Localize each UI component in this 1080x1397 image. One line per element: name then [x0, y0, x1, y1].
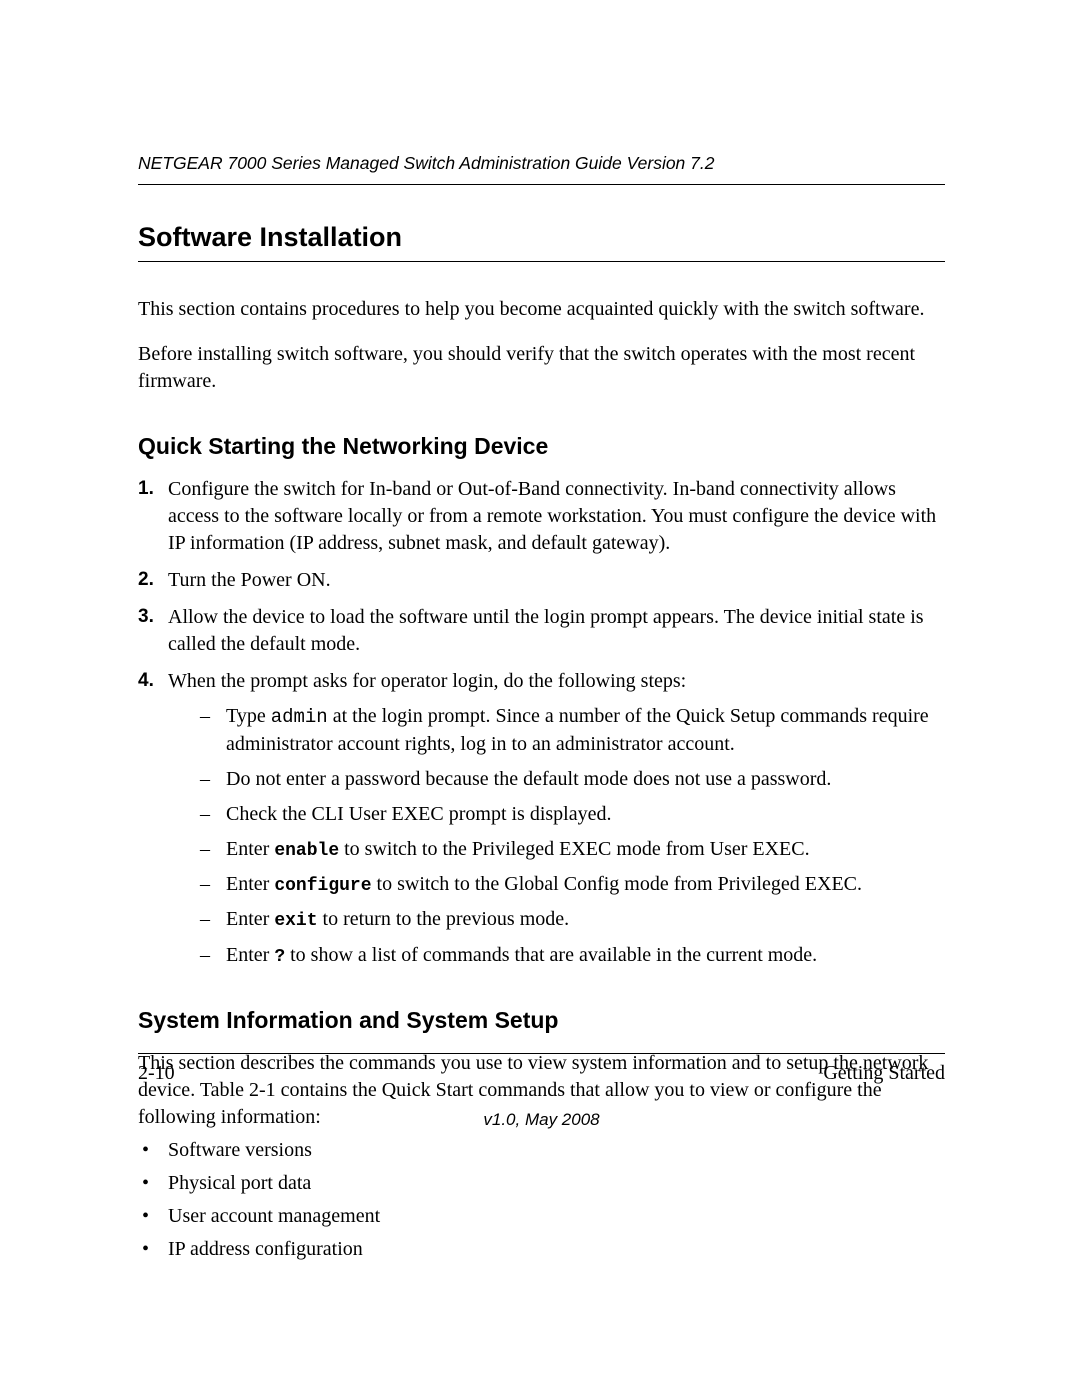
step-item: 3. Allow the device to load the software…	[138, 604, 945, 658]
subsection-quick-start: Quick Starting the Networking Device	[138, 431, 945, 462]
substep-item: Enter exit to return to the previous mod…	[200, 906, 945, 933]
step-text: Turn the Power ON.	[168, 569, 331, 591]
substep-item: Enter ? to show a list of commands that …	[200, 942, 945, 969]
section-heading: Software Installation	[138, 219, 945, 262]
substep-item: Enter configure to switch to the Global …	[200, 871, 945, 898]
step-item: 1. Configure the switch for In-band or O…	[138, 476, 945, 557]
subsection-system-info: System Information and System Setup	[138, 1005, 945, 1036]
inline-command: ?	[274, 947, 285, 967]
step-marker: 2.	[138, 567, 154, 593]
step-text: Allow the device to load the software un…	[168, 606, 924, 655]
inline-command: enable	[274, 841, 339, 861]
intro-paragraph-2: Before installing switch software, you s…	[138, 341, 945, 395]
substep-item: Enter enable to switch to the Privileged…	[200, 836, 945, 863]
substep-text: Check the CLI User EXEC prompt is displa…	[226, 803, 612, 825]
substep-text-post: to show a list of commands that are avai…	[285, 944, 817, 966]
step-text: Configure the switch for In-band or Out-…	[168, 478, 936, 554]
substep-item: Check the CLI User EXEC prompt is displa…	[200, 801, 945, 828]
bullet-list: Software versions Physical port data Use…	[138, 1137, 945, 1263]
numbered-steps: 1. Configure the switch for In-band or O…	[138, 476, 945, 969]
inline-command: exit	[274, 911, 317, 931]
footer-version: v1.0, May 2008	[138, 1109, 945, 1132]
step-item: 2. Turn the Power ON.	[138, 567, 945, 594]
bullet-text: Physical port data	[168, 1172, 311, 1194]
step-item: 4. When the prompt asks for operator log…	[138, 668, 945, 969]
running-header: NETGEAR 7000 Series Managed Switch Admin…	[138, 152, 945, 185]
bullet-text: User account management	[168, 1205, 380, 1227]
list-item: Software versions	[168, 1137, 945, 1164]
substep-text-pre: Enter	[226, 873, 274, 895]
substep-item: Do not enter a password because the defa…	[200, 766, 945, 793]
list-item: Physical port data	[168, 1170, 945, 1197]
list-item: IP address configuration	[168, 1236, 945, 1263]
substep-list: Type admin at the login prompt. Since a …	[168, 703, 945, 969]
substep-text-post: at the login prompt. Since a number of t…	[226, 705, 929, 755]
step-marker: 1.	[138, 476, 154, 502]
footer-section-name: Getting Started	[823, 1060, 945, 1087]
substep-text-post: to return to the previous mode.	[318, 908, 570, 930]
document-page: NETGEAR 7000 Series Managed Switch Admin…	[0, 0, 1080, 1397]
bullet-text: Software versions	[168, 1139, 312, 1161]
substep-item: Type admin at the login prompt. Since a …	[200, 703, 945, 758]
substep-text-pre: Type	[226, 705, 271, 727]
page-number: 2-10	[138, 1060, 175, 1087]
substep-text-post: to switch to the Privileged EXEC mode fr…	[339, 838, 809, 860]
substep-text-pre: Enter	[226, 838, 274, 860]
page-footer: 2-10 Getting Started v1.0, May 2008	[138, 1053, 945, 1132]
step-marker: 4.	[138, 668, 154, 694]
list-item: User account management	[168, 1203, 945, 1230]
inline-command: configure	[274, 876, 371, 896]
substep-text-pre: Enter	[226, 908, 274, 930]
inline-command: admin	[271, 706, 328, 728]
step-text: When the prompt asks for operator login,…	[168, 670, 686, 692]
substep-text-pre: Enter	[226, 944, 274, 966]
bullet-text: IP address configuration	[168, 1238, 363, 1260]
intro-paragraph-1: This section contains procedures to help…	[138, 296, 945, 323]
substep-text-post: to switch to the Global Config mode from…	[372, 873, 863, 895]
substep-text: Do not enter a password because the defa…	[226, 768, 831, 790]
step-marker: 3.	[138, 604, 154, 630]
